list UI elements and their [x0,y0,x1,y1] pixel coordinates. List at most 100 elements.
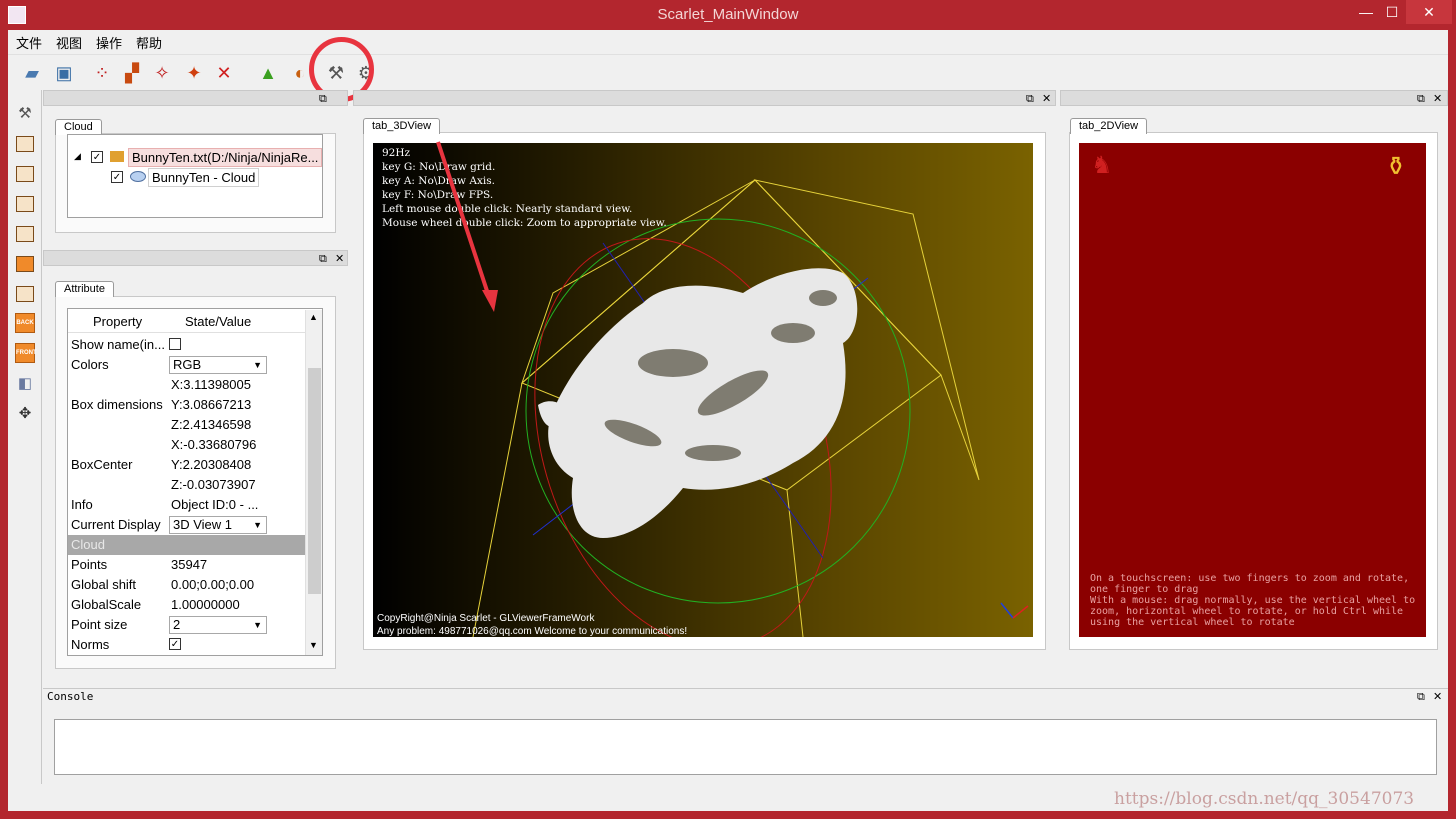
view-right-icon[interactable] [13,222,37,246]
tab-3dview[interactable]: tab_3DView [363,118,441,134]
view-left-icon[interactable] [13,192,37,216]
attribute-scrollbar[interactable]: ▲ ▼ [305,310,322,655]
chevron-down-icon: ▼ [253,620,262,630]
scroll-down-icon[interactable]: ▼ [309,640,318,650]
root-checkbox[interactable]: ✓ [91,151,103,163]
attribute-row[interactable]: Points 35947 [68,555,308,575]
sample-icon[interactable]: ✧ [150,61,174,85]
attribute-property: Current Display [71,517,161,532]
float-icon[interactable]: ⧉ [1417,690,1425,704]
attribute-value: Y:3.08667213 [171,397,252,412]
attribute-property: BoxCenter [71,457,133,472]
attribute-row[interactable]: Point size 2 ▼ [68,615,308,635]
attribute-row[interactable]: X:3.11398005 [68,375,308,395]
child-checkbox[interactable]: ✓ [111,171,123,183]
attribute-checkbox[interactable] [169,338,181,350]
close-icon[interactable]: ✕ [1433,690,1442,704]
attribute-table: Property State/Value Show name(in... Colo… [67,308,323,656]
attribute-row[interactable]: X:-0.33680796 [68,435,308,455]
float-icon[interactable]: ⧉ [319,252,327,266]
menu-view[interactable]: 视图 [56,33,82,51]
attribute-value: 0.00;0.00;0.00 [171,577,255,592]
console-output[interactable] [54,719,1437,775]
delete-icon[interactable]: ✕ [212,61,236,85]
terrain-icon[interactable]: ▲ [256,61,280,85]
close-button[interactable]: ✕ [1406,0,1452,24]
menu-help[interactable]: 帮助 [136,33,162,51]
attribute-combo[interactable]: 3D View 1 ▼ [169,516,267,534]
main-toolbar: ▰ ▣ ⁘ ▞ ✧ ✦ ✕ ▲ ◐ ⚒ ⚙ [8,54,1448,88]
view-top-icon[interactable] [13,132,37,156]
scroll-up-icon[interactable]: ▲ [309,312,318,322]
float-icon[interactable]: ⧉ [1026,92,1034,106]
attribute-row[interactable]: Z:-0.03073907 [68,475,308,495]
view-iso1-icon[interactable] [13,252,37,276]
mesh-icon[interactable]: ▞ [120,61,144,85]
menu-bar: 文件 视图 操作 帮助 [8,30,1448,52]
attribute-row[interactable]: Box dimensions Y:3.08667213 [68,395,308,415]
attribute-row[interactable]: Show name(in... [68,335,308,355]
view-iso2-icon[interactable] [13,282,37,306]
fps-readout: 92Hz [382,147,411,159]
attribute-row[interactable]: Norms ✓ [68,635,308,655]
attribute-row[interactable]: Cloud [68,535,308,555]
attribute-row[interactable]: Info Object ID:0 - ... [68,495,308,515]
window-title: Scarlet_MainWindow [657,6,799,23]
segment-icon[interactable]: ✦ [182,61,206,85]
column-value[interactable]: State/Value [185,314,251,329]
projection-icon[interactable]: ◧ [13,372,37,396]
float-icon[interactable]: ⧉ [319,92,327,106]
wrench-icon[interactable]: ⚒ [13,102,37,126]
move-icon[interactable]: ✥ [13,402,37,426]
tab-attribute[interactable]: Attribute [55,281,114,297]
attribute-value: Z:2.41346598 [171,417,252,432]
corner-axis-indicator [1000,602,1029,619]
attribute-row[interactable]: Z:2.41346598 [68,415,308,435]
tab-2dview[interactable]: tab_2DView [1070,118,1148,134]
attribute-property: Info [71,497,93,512]
view-bottom-icon[interactable] [13,162,37,186]
attribute-row[interactable]: BoxCenter Y:2.20308408 [68,455,308,475]
attribute-row[interactable]: Colors RGB ▼ [68,355,308,375]
maximize-button[interactable]: ☐ [1378,2,1406,22]
attribute-row[interactable]: Current Display 3D View 1 ▼ [68,515,308,535]
tree-child-item[interactable]: BunnyTen - Cloud [148,168,260,187]
tab-cloud[interactable]: Cloud [55,119,102,135]
help-line-left-click: Left mouse double click: Nearly standard… [382,203,633,215]
point-cloud-icon[interactable]: ⁘ [90,61,114,85]
attribute-value: 1.00000000 [171,597,240,612]
expand-icon[interactable]: ◢ [74,151,81,162]
tree-root-item[interactable]: BunnyTen.txt(D:/Ninja/NinjaRe... [128,148,322,167]
menu-file[interactable]: 文件 [16,33,42,51]
attribute-value: X:3.11398005 [171,377,251,392]
table-header: Property State/Value [68,309,306,333]
broom-icon[interactable]: ⚱ [1385,151,1413,185]
view-front-button[interactable]: FRONT [13,340,37,364]
attribute-row[interactable]: GlobalScale 1.00000000 [68,595,308,615]
view-back-button[interactable]: BACK [13,310,37,334]
attribute-property: GlobalScale [71,597,142,612]
column-property[interactable]: Property [93,314,142,329]
close-icon[interactable]: ✕ [1042,92,1051,106]
menu-operate[interactable]: 操作 [96,33,122,51]
folder-icon [110,151,124,162]
save-icon[interactable]: ▣ [52,61,76,85]
attribute-combo[interactable]: 2 ▼ [169,616,267,634]
graphics-2d-viewport[interactable]: ♞ ⚱ On a touchscreen: use two fingers to… [1079,143,1426,637]
minimize-button[interactable]: — [1352,2,1380,22]
close-icon[interactable]: ✕ [335,252,344,266]
attribute-property: Show name(in... [71,337,165,352]
float-icon[interactable]: ⧉ [1417,92,1425,106]
combo-value: 2 [173,617,181,632]
combo-value: 3D View 1 [173,517,233,532]
view2d-dock-header: ⧉ ✕ [1060,90,1448,106]
scroll-thumb[interactable] [308,368,321,594]
attribute-combo[interactable]: RGB ▼ [169,356,267,374]
combo-value: RGB [173,357,202,372]
close-icon[interactable]: ✕ [1433,92,1442,106]
copyright-text: CopyRight@Ninja Scarlet - GLViewerFrameW… [377,613,595,624]
open-icon[interactable]: ▰ [20,61,44,85]
back-label: BACK [15,313,35,333]
attribute-row[interactable]: Global shift 0.00;0.00;0.00 [68,575,308,595]
attribute-checkbox[interactable]: ✓ [169,638,181,650]
